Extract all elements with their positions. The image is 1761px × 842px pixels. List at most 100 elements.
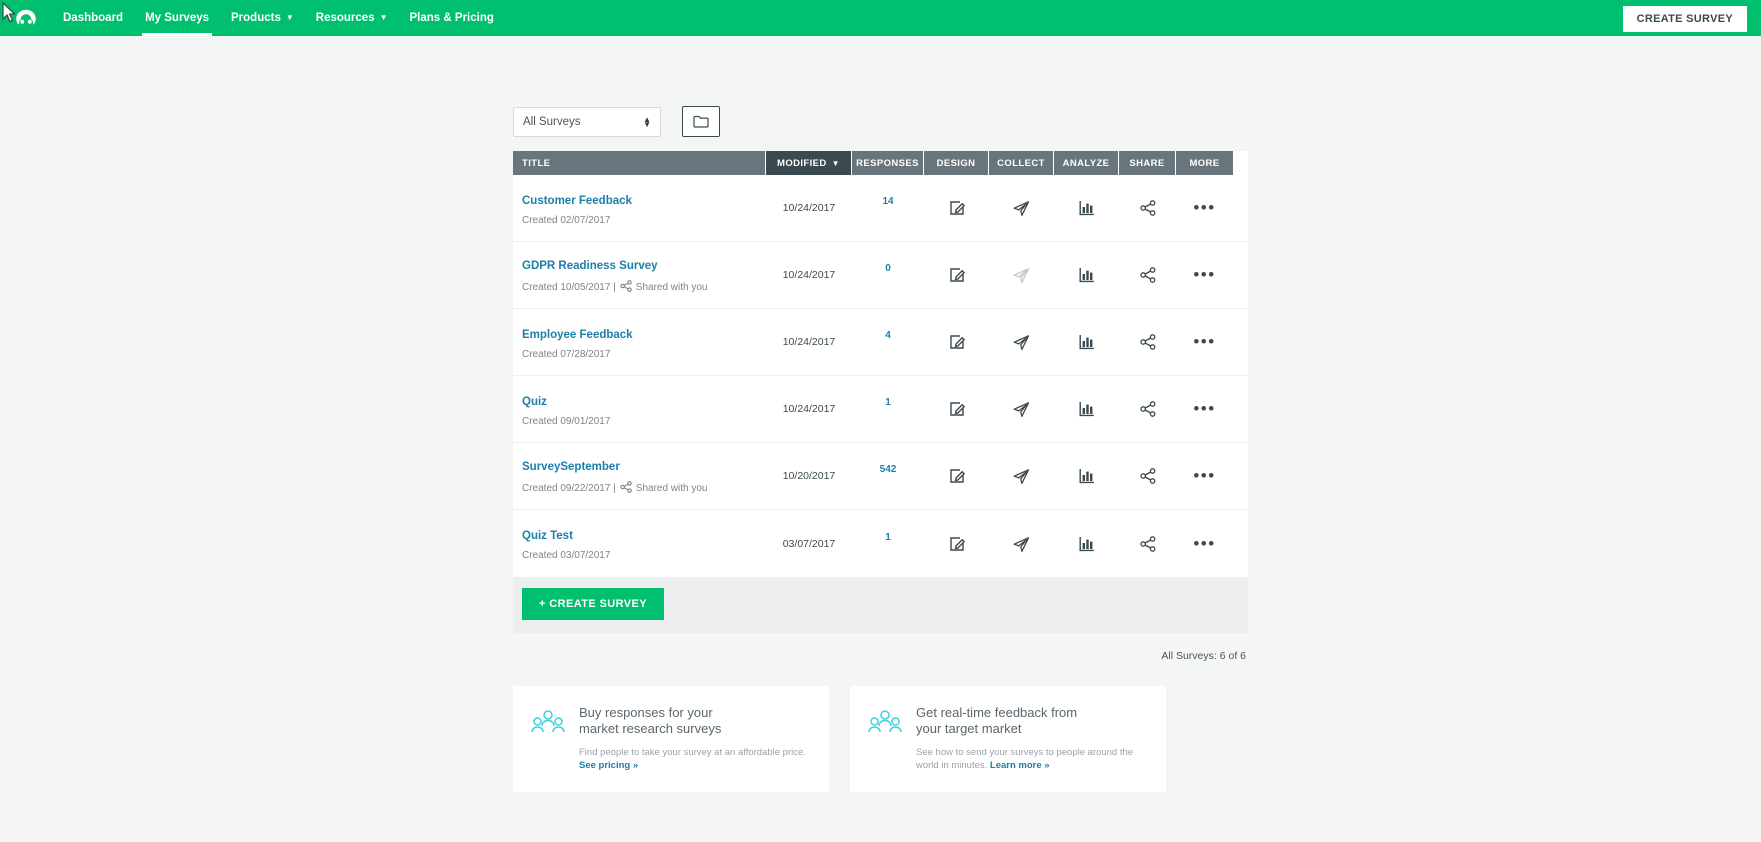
analyze-button[interactable]: [1054, 468, 1119, 484]
column-header-responses[interactable]: RESPONSES: [852, 151, 924, 175]
survey-title-link[interactable]: Employee Feedback: [522, 329, 633, 341]
promo-heading-line2: market research surveys: [579, 721, 722, 736]
column-header-collect[interactable]: COLLECT: [989, 151, 1054, 175]
survey-created-date: Created 09/01/2017: [522, 415, 611, 427]
survey-title-link[interactable]: GDPR Readiness Survey: [522, 260, 658, 272]
learn-more-link[interactable]: Learn more »: [990, 760, 1050, 771]
column-header-modified[interactable]: MODIFIED ▼: [766, 151, 852, 175]
survey-filter-value: All Surveys: [523, 115, 581, 128]
response-count-link[interactable]: 542: [880, 464, 897, 475]
nav-item-label: Resources: [315, 12, 375, 24]
collect-button[interactable]: [989, 200, 1054, 216]
table-row: Customer Feedback Created 02/07/2017 10/24…: [513, 175, 1248, 242]
more-options-button[interactable]: •••: [1176, 399, 1233, 419]
cell-title: Employee Feedback Created 07/28/2017: [513, 325, 766, 360]
nav-item-plans-pricing[interactable]: Plans & Pricing: [399, 0, 505, 36]
see-pricing-link[interactable]: See pricing »: [579, 759, 806, 772]
shared-with-you-label: Shared with you: [635, 482, 708, 494]
cell-responses: 4: [852, 330, 924, 351]
mouse-cursor-icon: [2, 2, 16, 23]
more-options-button[interactable]: •••: [1176, 265, 1233, 285]
more-options-button[interactable]: •••: [1176, 198, 1233, 218]
cell-title: Quiz Test Created 03/07/2017: [513, 526, 766, 561]
promo-card-text: Buy responses for your market research s…: [579, 705, 806, 772]
table-footer: + CREATE SURVEY: [513, 577, 1248, 633]
collect-button: [989, 267, 1054, 283]
analyze-button[interactable]: [1054, 536, 1119, 552]
create-survey-button[interactable]: + CREATE SURVEY: [522, 588, 664, 620]
sort-descending-icon: ▼: [831, 158, 840, 168]
top-navigation-bar: Dashboard My Surveys Products ▼ Resource…: [0, 0, 1761, 36]
survey-filter-select[interactable]: All Surveys ▲ ▼: [513, 106, 661, 137]
cell-responses: 14: [852, 196, 924, 217]
table-header-row: TITLE MODIFIED ▼ RESPONSES DESIGN COLLEC…: [513, 151, 1248, 175]
column-header-design[interactable]: DESIGN: [924, 151, 989, 175]
share-button[interactable]: [1119, 535, 1176, 552]
survey-title-link[interactable]: Quiz Test: [522, 530, 573, 542]
analyze-button[interactable]: [1054, 200, 1119, 216]
more-options-button[interactable]: •••: [1176, 534, 1233, 554]
design-button[interactable]: [924, 536, 989, 552]
promo-card-real-time-feedback: Get real-time feedback from your target …: [850, 686, 1166, 792]
design-button[interactable]: [924, 334, 989, 350]
column-header-share[interactable]: SHARE: [1119, 151, 1176, 175]
response-count-link[interactable]: 0: [885, 263, 891, 274]
cell-modified-date: 10/24/2017: [782, 202, 836, 214]
filter-bar: All Surveys ▲ ▼: [513, 72, 1248, 151]
analyze-button[interactable]: [1054, 334, 1119, 350]
analyze-button[interactable]: [1054, 267, 1119, 283]
design-button[interactable]: [924, 267, 989, 283]
promo-card-buy-responses: Buy responses for your market research s…: [513, 686, 829, 792]
survey-created-date: Created 03/07/2017: [522, 550, 611, 561]
collect-button[interactable]: [989, 468, 1054, 484]
analyze-button[interactable]: [1054, 401, 1119, 417]
cell-title: Quiz Created 09/01/2017: [513, 392, 766, 427]
new-folder-button[interactable]: [682, 106, 720, 137]
survey-created-meta: Created 09/01/2017: [522, 416, 766, 427]
nav-item-dashboard[interactable]: Dashboard: [52, 0, 134, 36]
share-button[interactable]: [1119, 401, 1176, 417]
share-button[interactable]: [1119, 468, 1176, 484]
more-options-button[interactable]: •••: [1176, 466, 1233, 486]
column-header-more[interactable]: MORE: [1176, 151, 1233, 175]
cell-modified-date: 10/24/2017: [782, 336, 836, 348]
nav-item-resources[interactable]: Resources ▼: [305, 0, 399, 36]
chevron-down-icon: ▼: [379, 13, 388, 22]
column-header-title[interactable]: TITLE: [513, 151, 766, 175]
design-button[interactable]: [924, 200, 989, 216]
nav-item-products[interactable]: Products ▼: [220, 0, 305, 36]
cell-responses: 542: [852, 464, 924, 485]
share-button[interactable]: [1119, 267, 1176, 283]
response-count-link[interactable]: 14: [882, 196, 893, 207]
promo-body-text: Find people to take your survey at an af…: [579, 747, 806, 758]
design-button[interactable]: [924, 401, 989, 417]
nav-item-my-surveys[interactable]: My Surveys: [134, 0, 220, 36]
share-button[interactable]: [1119, 334, 1176, 350]
response-count-link[interactable]: 1: [885, 532, 891, 543]
nav-items: Dashboard My Surveys Products ▼ Resource…: [52, 0, 505, 36]
promo-heading-line2: your target market: [916, 721, 1022, 736]
share-button[interactable]: [1119, 200, 1176, 216]
response-count-link[interactable]: 1: [885, 397, 891, 408]
survey-title-link[interactable]: Customer Feedback: [522, 195, 632, 207]
column-header-analyze[interactable]: ANALYZE: [1054, 151, 1119, 175]
design-button[interactable]: [924, 468, 989, 484]
column-header-modified-label: MODIFIED: [777, 157, 827, 169]
more-options-button[interactable]: •••: [1176, 332, 1233, 352]
cell-modified-date: 10/24/2017: [782, 403, 836, 415]
survey-title-link[interactable]: SurveySeptember: [522, 461, 620, 473]
survey-count-label: All Surveys: 6 of 6: [1161, 650, 1246, 662]
cell-responses: 0: [852, 263, 924, 284]
collect-button[interactable]: [989, 334, 1054, 350]
table-row: GDPR Readiness Survey Created 10/05/2017 …: [513, 242, 1248, 309]
collect-button[interactable]: [989, 401, 1054, 417]
survey-created-date: Created 09/22/2017 |: [522, 482, 616, 494]
shared-with-you-label: Shared with you: [635, 281, 708, 293]
cell-title: SurveySeptember Created 09/22/2017 | Share…: [513, 457, 766, 496]
response-count-link[interactable]: 4: [885, 330, 891, 341]
collect-button[interactable]: [989, 536, 1054, 552]
survey-title-link[interactable]: Quiz: [522, 396, 547, 408]
surveys-table: TITLE MODIFIED ▼ RESPONSES DESIGN COLLEC…: [513, 151, 1248, 633]
cell-modified-date: 10/20/2017: [782, 470, 836, 482]
create-survey-header-button[interactable]: CREATE SURVEY: [1622, 6, 1747, 32]
